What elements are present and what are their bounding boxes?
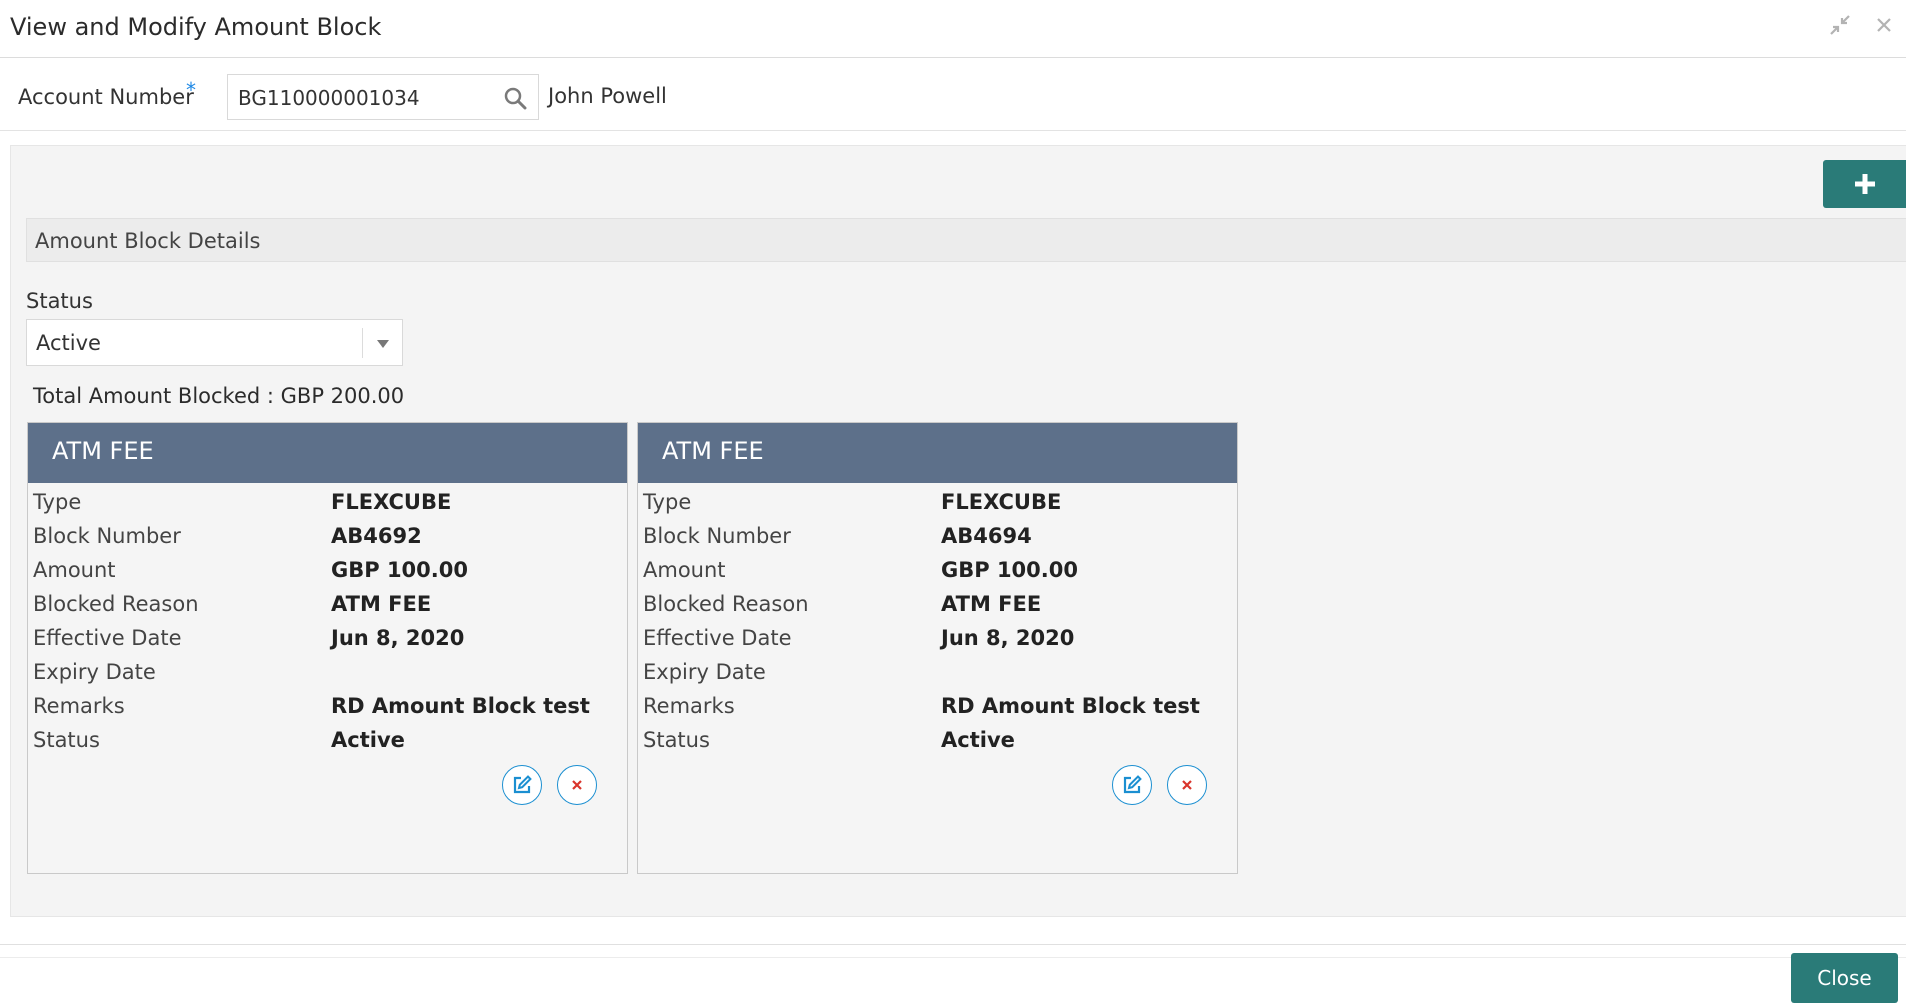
section-title: Amount Block Details (35, 229, 261, 253)
add-amount-block-button[interactable] (1823, 160, 1906, 208)
type-label: Type (643, 490, 692, 514)
status-value: Active (941, 728, 1015, 752)
effective-date-value: Jun 8, 2020 (331, 626, 465, 650)
amount-label: Amount (643, 558, 726, 582)
remarks-value: RD Amount Block test (941, 694, 1200, 718)
status-filter-label: Status (26, 289, 93, 313)
effective-date-value: Jun 8, 2020 (941, 626, 1075, 650)
required-marker: * (186, 78, 196, 102)
remarks-label: Remarks (33, 694, 125, 718)
amount-block-card: ATM FEE Type FLEXCUBE Block Number AB469… (637, 422, 1238, 874)
card-title: ATM FEE (662, 437, 764, 465)
window-title: View and Modify Amount Block (10, 13, 382, 41)
plus-icon (1854, 174, 1875, 194)
total-amount-blocked: Total Amount Blocked : GBP 200.00 (33, 384, 405, 408)
status-value: Active (331, 728, 405, 752)
amount-value: GBP 100.00 (941, 558, 1078, 582)
close-icon (572, 780, 582, 790)
status-label: Status (33, 728, 100, 752)
amount-value: GBP 100.00 (331, 558, 468, 582)
delete-button[interactable] (1167, 765, 1207, 805)
expiry-date-label: Expiry Date (643, 660, 766, 684)
blocked-reason-label: Blocked Reason (643, 592, 809, 616)
blocked-reason-value: ATM FEE (331, 592, 432, 616)
search-icon (504, 87, 527, 110)
card-header: ATM FEE (28, 423, 627, 483)
amount-label: Amount (33, 558, 116, 582)
window-close-button[interactable] (1869, 10, 1899, 40)
account-number-input[interactable] (236, 75, 460, 121)
effective-date-label: Effective Date (33, 626, 182, 650)
block-number-value: AB4692 (331, 524, 422, 548)
account-number-field (227, 74, 539, 121)
footer-divider (0, 944, 1906, 945)
delete-button[interactable] (557, 765, 597, 805)
block-number-label: Block Number (33, 524, 181, 548)
expiry-date-label: Expiry Date (33, 660, 156, 684)
footer-divider (0, 957, 1906, 958)
status-label: Status (643, 728, 710, 752)
type-label: Type (33, 490, 82, 514)
blocked-reason-label: Blocked Reason (33, 592, 199, 616)
status-filter-select[interactable]: Active (26, 319, 403, 366)
blocked-reason-value: ATM FEE (941, 592, 1042, 616)
block-number-value: AB4694 (941, 524, 1032, 548)
close-button[interactable]: Close (1791, 953, 1898, 1003)
card-title: ATM FEE (52, 437, 154, 465)
amount-block-card: ATM FEE Type FLEXCUBE Block Number AB469… (27, 422, 628, 874)
type-value: FLEXCUBE (331, 490, 452, 514)
block-number-label: Block Number (643, 524, 791, 548)
account-holder-name: John Powell (548, 84, 667, 108)
close-icon (1877, 18, 1891, 32)
minimize-button[interactable] (1825, 10, 1855, 40)
edit-icon (1123, 775, 1142, 794)
remarks-value: RD Amount Block test (331, 694, 590, 718)
select-divider (362, 328, 363, 358)
caret-down-icon (373, 334, 393, 354)
edit-button[interactable] (502, 765, 542, 805)
edit-button[interactable] (1112, 765, 1152, 805)
close-icon (1182, 780, 1192, 790)
remarks-label: Remarks (643, 694, 735, 718)
effective-date-label: Effective Date (643, 626, 792, 650)
account-search-button[interactable] (498, 81, 532, 115)
account-number-label: Account Number (18, 85, 194, 109)
collapse-arrows-icon (1830, 15, 1850, 35)
card-header: ATM FEE (638, 423, 1237, 483)
edit-icon (513, 775, 532, 794)
status-filter-value: Active (36, 331, 101, 355)
section-header (26, 218, 1906, 262)
type-value: FLEXCUBE (941, 490, 1062, 514)
